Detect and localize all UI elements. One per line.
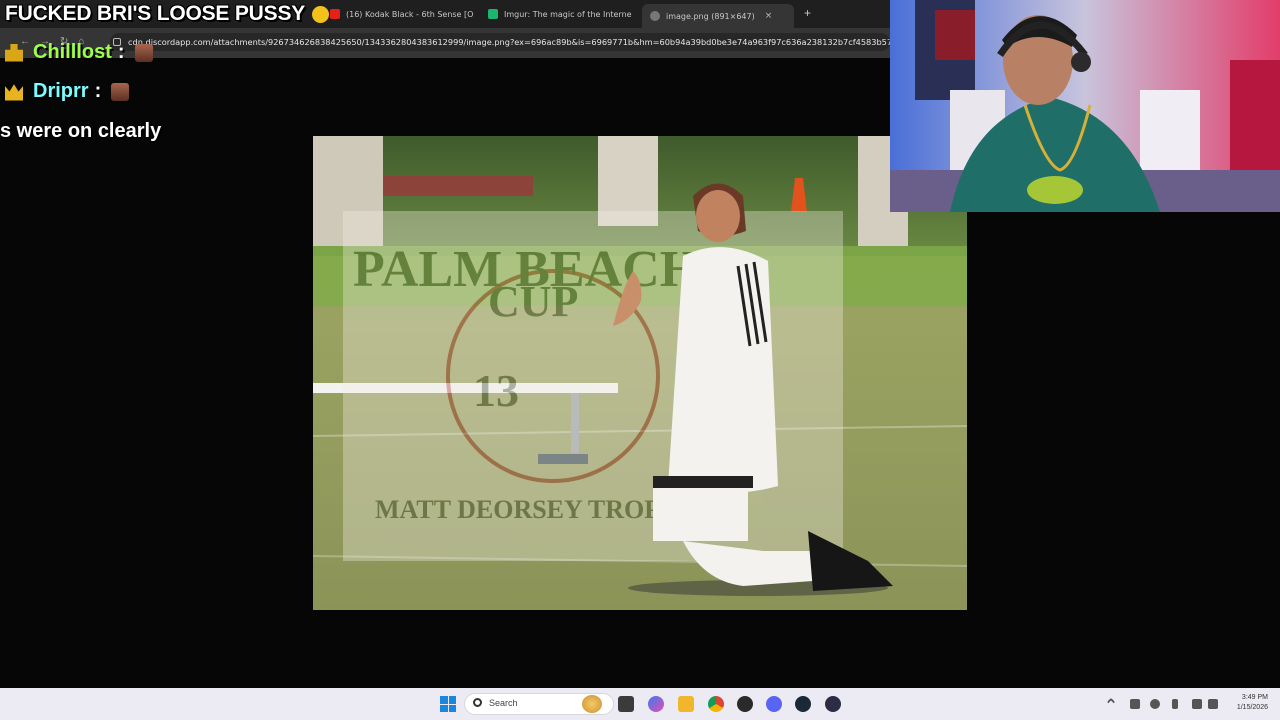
chat-message: Chilllost : [5,41,153,64]
chat-message-fragment: s were on clearly [0,120,162,142]
webcam-art [890,0,1280,212]
stream-headline: FUCKED BRI'S LOOSE PUSSY [5,2,306,25]
new-tab-button[interactable]: + [804,6,811,20]
steam-icon[interactable] [795,696,811,712]
app-red-icon[interactable] [737,696,753,712]
chat-username: Driprr [33,80,89,102]
folder-icon[interactable] [678,696,694,712]
search-highlight-icon [582,695,602,713]
tab-label: image.png (891×647) [666,11,755,21]
chat-message: Driprr : [5,80,130,103]
laughing-emoji-icon [312,6,329,23]
watermark-number: 13 [473,365,519,416]
tab-label: (16) Kodak Black - 6th Sense [O [346,9,474,19]
system-clock[interactable]: 3:49 PM 1/15/2026 [1228,693,1268,713]
clock-time: 3:49 PM [1241,694,1268,701]
emote-icon [134,43,153,62]
network-icon[interactable] [1192,699,1202,709]
microphone-icon[interactable] [1172,699,1178,709]
tab-close-icon[interactable]: × [765,11,773,21]
crown-badge-icon [5,84,23,101]
discord-icon[interactable] [766,696,782,712]
app-dark-icon[interactable] [825,696,841,712]
copilot-icon[interactable] [648,696,664,712]
screen: (16) Kodak Black - 6th Sense [O × Imgur:… [0,0,1280,720]
taskbar [0,688,1280,720]
watermark-bottom: MATT DEORSEY TROPHY [375,495,699,524]
url-field[interactable]: cdn.discordapp.com/attachments/926734626… [110,33,890,51]
tab-imgur[interactable]: Imgur: The magic of the Interne × [488,4,633,24]
chat-username: Chilllost [33,41,112,63]
chrome-icon[interactable] [708,696,724,712]
file-explorer-icon[interactable] [618,696,634,712]
tray-app-icon[interactable] [1130,699,1140,709]
search-icon [473,698,482,707]
tray-app-icon[interactable] [1150,699,1160,709]
soccer-photo-art: PALM BEACH CUP 13 MATT DEORSEY TROPHY [313,136,967,610]
taskbar-search-label: Search [489,698,518,708]
chat-colon: : [117,41,125,63]
volume-icon[interactable] [1208,699,1218,709]
tab-youtube[interactable]: (16) Kodak Black - 6th Sense [O × [330,4,475,24]
tab-image-active[interactable]: image.png (891×647) × [642,4,794,28]
webcam-feed [890,0,1280,212]
clock-date: 1/15/2026 [1236,704,1268,711]
emote-icon [111,82,130,101]
chest-badge-icon [5,43,23,62]
chat-colon: : [94,80,102,102]
windows-start-icon[interactable] [440,696,456,712]
youtube-favicon-icon [330,9,340,19]
image-favicon-icon [650,11,660,21]
tab-label: Imgur: The magic of the Interne [504,9,632,19]
imgur-favicon-icon [488,9,498,19]
soccer-photo: PALM BEACH CUP 13 MATT DEORSEY TROPHY [313,136,967,610]
watermark-subtitle: CUP [488,277,578,326]
